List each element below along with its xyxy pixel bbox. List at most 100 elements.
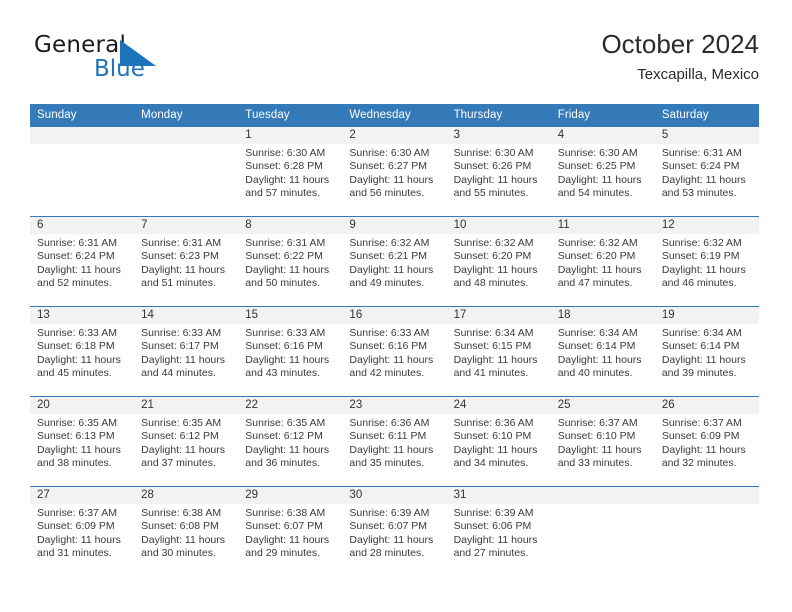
day-number: 29 [238,487,343,504]
day-cell[interactable]: 23 Sunrise: 6:36 AM Sunset: 6:11 PM Dayl… [342,396,447,487]
daylight-text-line2: and 31 minutes. [37,547,112,560]
sunrise-text: Sunrise: 6:31 AM [141,237,222,249]
day-cell[interactable]: 1 Sunrise: 6:30 AM Sunset: 6:28 PM Dayli… [238,127,343,217]
weekday-header-row: Sunday Monday Tuesday Wednesday Thursday… [30,104,759,127]
sunset-text: Sunset: 6:13 PM [37,430,115,443]
day-cell[interactable]: 21 Sunrise: 6:35 AM Sunset: 6:12 PM Dayl… [134,396,239,487]
day-cell[interactable]: 3 Sunrise: 6:30 AM Sunset: 6:26 PM Dayli… [446,127,551,217]
daylight-text-line1: Daylight: 11 hours [661,263,746,276]
day-details: Sunrise: 6:32 AM Sunset: 6:21 PM Dayligh… [342,234,446,291]
day-cell[interactable]: 10 Sunrise: 6:32 AM Sunset: 6:20 PM Dayl… [446,216,551,307]
day-cell[interactable]: 8 Sunrise: 6:31 AM Sunset: 6:22 PM Dayli… [238,216,343,307]
day-cell[interactable]: 31 Sunrise: 6:39 AM Sunset: 6:06 PM Dayl… [446,486,551,576]
day-number: 19 [654,307,759,324]
sunset-text: Sunset: 6:17 PM [141,340,219,353]
sunset-text: Sunset: 6:22 PM [245,250,323,263]
day-details: Sunrise: 6:33 AM Sunset: 6:18 PM Dayligh… [30,324,134,381]
daylight-text-line2: and 32 minutes. [661,457,737,470]
daylight-text-line1: Daylight: 11 hours [37,263,121,276]
day-cell[interactable] [134,127,239,217]
day-details: Sunrise: 6:32 AM Sunset: 6:20 PM Dayligh… [551,234,655,291]
sunrise-text: Sunrise: 6:39 AM [453,507,534,519]
page-title: October 2024 [601,29,759,59]
day-cell[interactable]: 12 Sunrise: 6:32 AM Sunset: 6:19 PM Dayl… [654,216,759,307]
daylight-text-line2: and 30 minutes. [141,547,216,560]
sunrise-text: Sunrise: 6:31 AM [37,237,117,249]
weekday-header-saturday: Saturday [654,104,759,127]
daylight-text-line2: and 45 minutes. [37,367,112,380]
daylight-text-line2: and 34 minutes. [453,457,529,470]
daylight-text-line2: and 57 minutes. [245,187,320,200]
day-cell[interactable]: 15 Sunrise: 6:33 AM Sunset: 6:16 PM Dayl… [238,306,343,397]
daylight-text-line2: and 39 minutes. [661,367,737,380]
day-details: Sunrise: 6:37 AM Sunset: 6:10 PM Dayligh… [551,414,655,471]
day-cell[interactable]: 6 Sunrise: 6:31 AM Sunset: 6:24 PM Dayli… [30,216,135,307]
day-details: Sunrise: 6:30 AM Sunset: 6:26 PM Dayligh… [447,144,551,201]
day-cell[interactable]: 4 Sunrise: 6:30 AM Sunset: 6:25 PM Dayli… [550,127,655,217]
day-details: Sunrise: 6:38 AM Sunset: 6:08 PM Dayligh… [134,504,238,561]
daylight-text-line2: and 36 minutes. [245,457,320,470]
day-cell[interactable]: 27 Sunrise: 6:37 AM Sunset: 6:09 PM Dayl… [30,486,135,576]
sunrise-text: Sunrise: 6:33 AM [141,327,222,339]
sunrise-text: Sunrise: 6:32 AM [557,237,638,249]
day-number: 11 [550,217,655,234]
day-details: Sunrise: 6:34 AM Sunset: 6:14 PM Dayligh… [655,324,759,381]
daylight-text-line2: and 46 minutes. [661,277,737,290]
weekday-header-monday: Monday [134,104,239,127]
day-cell[interactable]: 16 Sunrise: 6:33 AM Sunset: 6:16 PM Dayl… [342,306,447,397]
daylight-text-line2: and 52 minutes. [37,277,112,290]
day-details: Sunrise: 6:36 AM Sunset: 6:10 PM Dayligh… [447,414,551,471]
day-number: 17 [446,307,551,324]
weekday-header-sunday: Sunday [30,104,135,127]
day-cell[interactable]: 26 Sunrise: 6:37 AM Sunset: 6:09 PM Dayl… [654,396,759,487]
sunrise-text: Sunrise: 6:31 AM [661,147,742,159]
day-cell[interactable]: 22 Sunrise: 6:35 AM Sunset: 6:12 PM Dayl… [238,396,343,487]
sunset-text: Sunset: 6:19 PM [661,250,740,263]
daylight-text-line1: Daylight: 11 hours [661,353,746,366]
sunrise-text: Sunrise: 6:39 AM [349,507,430,519]
calendar-weekday-header: Sunday Monday Tuesday Wednesday Thursday… [30,104,759,127]
day-cell[interactable]: 7 Sunrise: 6:31 AM Sunset: 6:23 PM Dayli… [134,216,239,307]
sunrise-text: Sunrise: 6:32 AM [453,237,534,249]
day-cell[interactable]: 30 Sunrise: 6:39 AM Sunset: 6:07 PM Dayl… [342,486,447,576]
day-cell[interactable]: 17 Sunrise: 6:34 AM Sunset: 6:15 PM Dayl… [446,306,551,397]
sunset-text: Sunset: 6:24 PM [37,250,115,263]
logo-text-general: General [34,32,127,58]
day-cell[interactable]: 28 Sunrise: 6:38 AM Sunset: 6:08 PM Dayl… [134,486,239,576]
day-cell[interactable] [30,127,135,217]
calendar-week-row: 6 Sunrise: 6:31 AM Sunset: 6:24 PM Dayli… [30,216,759,307]
logo-text-blue: Blue [94,56,145,82]
sunset-text: Sunset: 6:20 PM [453,250,532,263]
sunrise-text: Sunrise: 6:34 AM [453,327,534,339]
sunset-text: Sunset: 6:07 PM [245,520,323,533]
daylight-text-line1: Daylight: 11 hours [37,443,121,456]
day-details: Sunrise: 6:34 AM Sunset: 6:14 PM Dayligh… [551,324,655,381]
day-number: 5 [654,127,759,144]
day-cell[interactable] [550,486,655,576]
calendar-week-row: 13 Sunrise: 6:33 AM Sunset: 6:18 PM Dayl… [30,306,759,397]
calendar-page: General Blue October 2024 Texcapilla, Me… [0,0,792,612]
day-number: 12 [654,217,759,234]
day-number: 2 [342,127,447,144]
day-cell[interactable]: 19 Sunrise: 6:34 AM Sunset: 6:14 PM Dayl… [654,306,759,397]
day-cell[interactable]: 13 Sunrise: 6:33 AM Sunset: 6:18 PM Dayl… [30,306,135,397]
sunset-text: Sunset: 6:06 PM [453,520,532,533]
day-cell[interactable]: 25 Sunrise: 6:37 AM Sunset: 6:10 PM Dayl… [550,396,655,487]
daylight-text-line1: Daylight: 11 hours [661,173,746,186]
day-cell[interactable]: 18 Sunrise: 6:34 AM Sunset: 6:14 PM Dayl… [550,306,655,397]
sunrise-text: Sunrise: 6:30 AM [453,147,534,159]
day-cell[interactable]: 14 Sunrise: 6:33 AM Sunset: 6:17 PM Dayl… [134,306,239,397]
general-blue-logo[interactable]: General Blue [34,32,254,90]
day-number: 25 [550,397,655,414]
day-cell[interactable]: 5 Sunrise: 6:31 AM Sunset: 6:24 PM Dayli… [654,127,759,217]
day-cell[interactable]: 9 Sunrise: 6:32 AM Sunset: 6:21 PM Dayli… [342,216,447,307]
day-cell[interactable]: 11 Sunrise: 6:32 AM Sunset: 6:20 PM Dayl… [550,216,655,307]
day-cell[interactable]: 24 Sunrise: 6:36 AM Sunset: 6:10 PM Dayl… [446,396,551,487]
day-number: 7 [134,217,239,234]
day-cell[interactable] [654,486,759,576]
day-cell[interactable]: 29 Sunrise: 6:38 AM Sunset: 6:07 PM Dayl… [238,486,343,576]
day-cell[interactable]: 20 Sunrise: 6:35 AM Sunset: 6:13 PM Dayl… [30,396,135,487]
daylight-text-line2: and 56 minutes. [349,187,425,200]
day-cell[interactable]: 2 Sunrise: 6:30 AM Sunset: 6:27 PM Dayli… [342,127,447,217]
day-details: Sunrise: 6:35 AM Sunset: 6:12 PM Dayligh… [134,414,238,471]
